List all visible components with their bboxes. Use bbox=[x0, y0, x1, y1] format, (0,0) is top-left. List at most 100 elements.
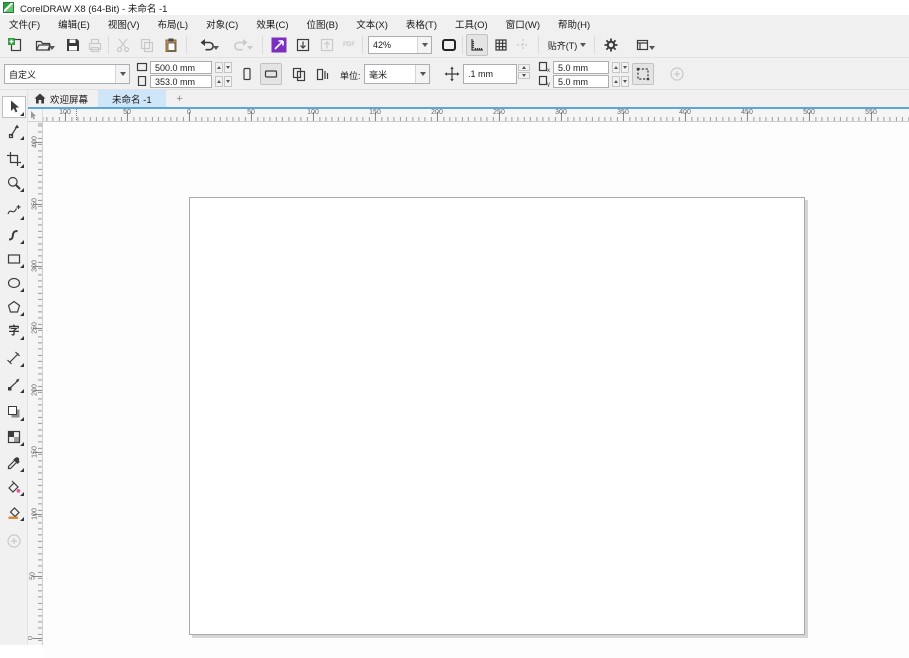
snap-to-button[interactable]: 贴齐(T) bbox=[544, 34, 590, 56]
open-button[interactable] bbox=[28, 34, 58, 56]
ruler-origin-corner[interactable] bbox=[28, 109, 43, 122]
pick-tool[interactable] bbox=[2, 96, 26, 118]
application-launcher-button[interactable] bbox=[628, 34, 658, 56]
rectangle-tool[interactable] bbox=[2, 248, 26, 270]
h-ruler-label: 100 bbox=[307, 109, 319, 116]
tab-document-label: 未命名 -1 bbox=[112, 92, 152, 106]
parallel-dimension-tool[interactable] bbox=[2, 347, 26, 369]
crop-tool[interactable] bbox=[2, 148, 26, 170]
undo-button[interactable] bbox=[192, 34, 222, 56]
nudge-offset-icon bbox=[444, 66, 460, 82]
menu-item-文本(X)[interactable]: 文本(X) bbox=[347, 15, 397, 33]
zoom-level-caret[interactable] bbox=[417, 37, 431, 53]
document-tab-bar: 欢迎屏幕 未命名 -1 + bbox=[28, 90, 909, 107]
landscape-button[interactable] bbox=[260, 63, 282, 85]
duplicate-x-field[interactable]: 5.0 mm bbox=[553, 61, 609, 74]
portrait-button[interactable] bbox=[236, 63, 258, 85]
current-page-size-button[interactable] bbox=[312, 63, 334, 85]
ruler-cursor-marker bbox=[76, 109, 77, 122]
show-rulers-button[interactable] bbox=[466, 34, 488, 56]
menu-item-文件(F)[interactable]: 文件(F) bbox=[0, 15, 49, 33]
treat-as-filled-button[interactable] bbox=[632, 63, 654, 85]
import-button[interactable] bbox=[292, 34, 314, 56]
shape-tool[interactable] bbox=[2, 120, 26, 142]
new-document-tab-button[interactable]: + bbox=[172, 92, 188, 106]
page-width-field[interactable]: 500.0 mm bbox=[150, 61, 212, 74]
h-ruler-label: 350 bbox=[617, 109, 629, 116]
redo-dropdown-caret bbox=[245, 41, 254, 55]
connector-tool[interactable] bbox=[2, 373, 26, 395]
window-title: CorelDRAW X8 (64-Bit) - 未命名 -1 bbox=[20, 1, 167, 15]
page-height-spinner[interactable] bbox=[215, 76, 232, 87]
print-button bbox=[84, 34, 106, 56]
menu-item-编辑(E)[interactable]: 编辑(E) bbox=[49, 15, 99, 33]
h-ruler-label: 100 bbox=[59, 109, 71, 116]
units-label: 单位: bbox=[340, 69, 361, 82]
application-launcher-caret[interactable] bbox=[647, 41, 656, 55]
transparency-tool[interactable] bbox=[2, 426, 26, 448]
open-dropdown-caret[interactable] bbox=[47, 41, 56, 55]
menu-item-对象(C)[interactable]: 对象(C) bbox=[197, 15, 247, 33]
polygon-tool[interactable] bbox=[2, 296, 26, 318]
page-height-field[interactable]: 353.0 mm bbox=[150, 75, 212, 88]
h-ruler-label: 450 bbox=[741, 109, 753, 116]
units-caret[interactable] bbox=[415, 65, 429, 83]
page-width-spinner[interactable] bbox=[215, 62, 232, 73]
h-ruler-label: 150 bbox=[369, 109, 381, 116]
add-preset-button bbox=[666, 63, 688, 85]
tab-welcome-screen[interactable]: 欢迎屏幕 bbox=[28, 90, 98, 107]
h-ruler-label: 50 bbox=[247, 109, 255, 116]
horizontal-ruler[interactable]: 10050050100150200250300350400450500550 bbox=[43, 109, 909, 122]
paste-button[interactable] bbox=[160, 34, 182, 56]
add-tool-button bbox=[2, 530, 26, 552]
all-pages-same-size-button[interactable] bbox=[288, 63, 310, 85]
tab-untitled-document[interactable]: 未命名 -1 bbox=[98, 90, 166, 107]
coreldraw-window: CorelDRAW X8 (64-Bit) - 未命名 -1 文件(F)编辑(E… bbox=[0, 0, 909, 658]
menu-item-布局(L)[interactable]: 布局(L) bbox=[148, 15, 197, 33]
interactive-fill-tool[interactable] bbox=[2, 476, 26, 498]
duplicate-y-spinner[interactable] bbox=[612, 76, 629, 87]
menu-item-工具(O)[interactable]: 工具(O) bbox=[446, 15, 497, 33]
duplicate-x-spinner[interactable] bbox=[612, 62, 629, 73]
tab-welcome-label: 欢迎屏幕 bbox=[50, 92, 88, 106]
v-ruler-label: 150 bbox=[31, 446, 38, 458]
property-bar: 自定义 500.0 mm 353.0 mm 单位: 毫米 bbox=[0, 58, 909, 90]
duplicate-y-field[interactable]: 5.0 mm bbox=[553, 75, 609, 88]
publish-to-pdf-button: PDF bbox=[338, 34, 360, 56]
menu-item-帮助(H)[interactable]: 帮助(H) bbox=[549, 15, 599, 33]
smart-fill-tool[interactable] bbox=[2, 501, 26, 523]
text-tool[interactable]: 字 bbox=[2, 320, 26, 342]
freehand-tool[interactable] bbox=[2, 200, 26, 222]
menu-item-表格(T)[interactable]: 表格(T) bbox=[397, 15, 446, 33]
drawing-canvas[interactable] bbox=[43, 122, 909, 658]
artistic-media-tool[interactable] bbox=[2, 224, 26, 246]
zoom-tool[interactable] bbox=[2, 172, 26, 194]
full-screen-preview-button[interactable] bbox=[438, 34, 460, 56]
svg-text:x: x bbox=[547, 68, 550, 73]
save-button[interactable] bbox=[62, 34, 84, 56]
zoom-level-combo[interactable]: 42% bbox=[368, 36, 432, 54]
home-icon bbox=[34, 93, 46, 104]
nudge-offset-spinner[interactable] bbox=[518, 64, 530, 79]
search-content-button[interactable] bbox=[268, 34, 290, 56]
units-combo[interactable]: 毫米 bbox=[364, 64, 430, 84]
color-eyedropper-tool[interactable] bbox=[2, 452, 26, 474]
document-page[interactable] bbox=[189, 197, 805, 635]
undo-dropdown-caret[interactable] bbox=[211, 41, 220, 55]
menu-item-窗口(W)[interactable]: 窗口(W) bbox=[497, 15, 549, 33]
h-ruler-label: 200 bbox=[431, 109, 443, 116]
new-document-button[interactable] bbox=[4, 34, 26, 56]
show-grid-button[interactable] bbox=[490, 34, 512, 56]
page-size-preset-combo[interactable]: 自定义 bbox=[4, 64, 130, 84]
page-size-preset-caret[interactable] bbox=[115, 65, 129, 83]
menu-item-视图(V)[interactable]: 视图(V) bbox=[99, 15, 149, 33]
ellipse-tool[interactable] bbox=[2, 272, 26, 294]
options-button[interactable] bbox=[600, 34, 622, 56]
drop-shadow-tool[interactable] bbox=[2, 401, 26, 423]
nudge-offset-field[interactable]: .1 mm bbox=[463, 64, 517, 84]
menu-item-位图(B)[interactable]: 位图(B) bbox=[298, 15, 348, 33]
toolbox: 字 bbox=[0, 90, 28, 645]
h-ruler-label: 550 bbox=[865, 109, 877, 116]
vertical-ruler[interactable]: 400350300250200150100500 bbox=[28, 122, 43, 645]
menu-item-效果(C)[interactable]: 效果(C) bbox=[247, 15, 297, 33]
